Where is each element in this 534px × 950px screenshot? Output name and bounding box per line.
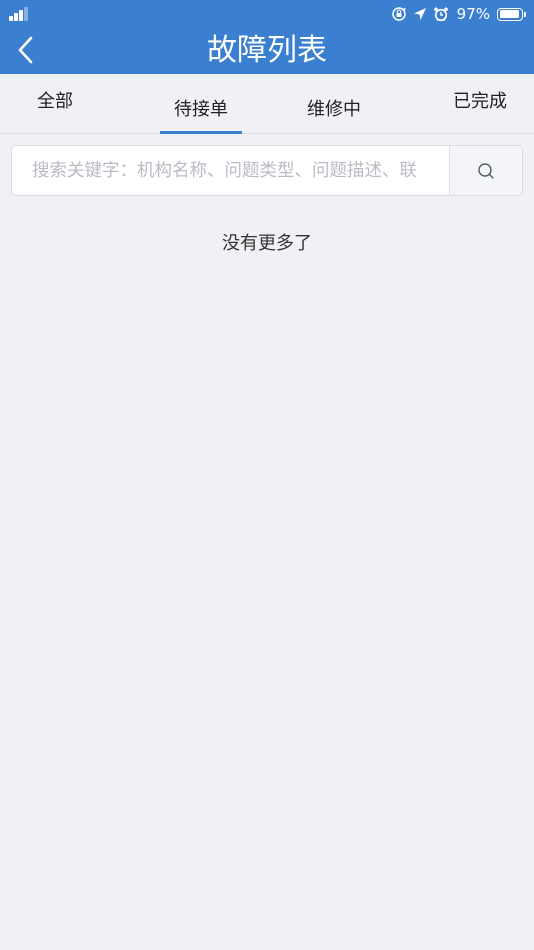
tab-repairing[interactable]: 维修中 xyxy=(298,74,370,133)
active-tab-indicator xyxy=(160,131,242,134)
tab-pending[interactable]: 待接单 xyxy=(160,74,242,133)
tab-all[interactable]: 全部 xyxy=(36,66,74,125)
search-input[interactable] xyxy=(12,146,450,195)
search-icon xyxy=(478,162,494,179)
status-bar: 97% xyxy=(0,0,534,28)
battery-percent: 97% xyxy=(456,5,490,23)
signal-icon xyxy=(9,7,33,21)
battery-tip xyxy=(524,11,526,17)
status-tabs: 全部 待接单 维修中 已完成 xyxy=(0,74,534,134)
tab-completed[interactable]: 已完成 xyxy=(452,66,508,125)
app-header: 97% 故障列表 xyxy=(0,0,534,74)
battery-fill xyxy=(499,10,519,18)
rotation-lock-icon xyxy=(391,7,406,21)
status-right: 97% xyxy=(391,4,526,24)
battery-icon xyxy=(497,7,523,21)
alarm-icon xyxy=(433,7,448,22)
location-arrow-icon xyxy=(413,8,426,20)
search-bar xyxy=(11,145,523,196)
list-end-message: 没有更多了 xyxy=(222,233,312,254)
search-button[interactable] xyxy=(449,146,522,195)
